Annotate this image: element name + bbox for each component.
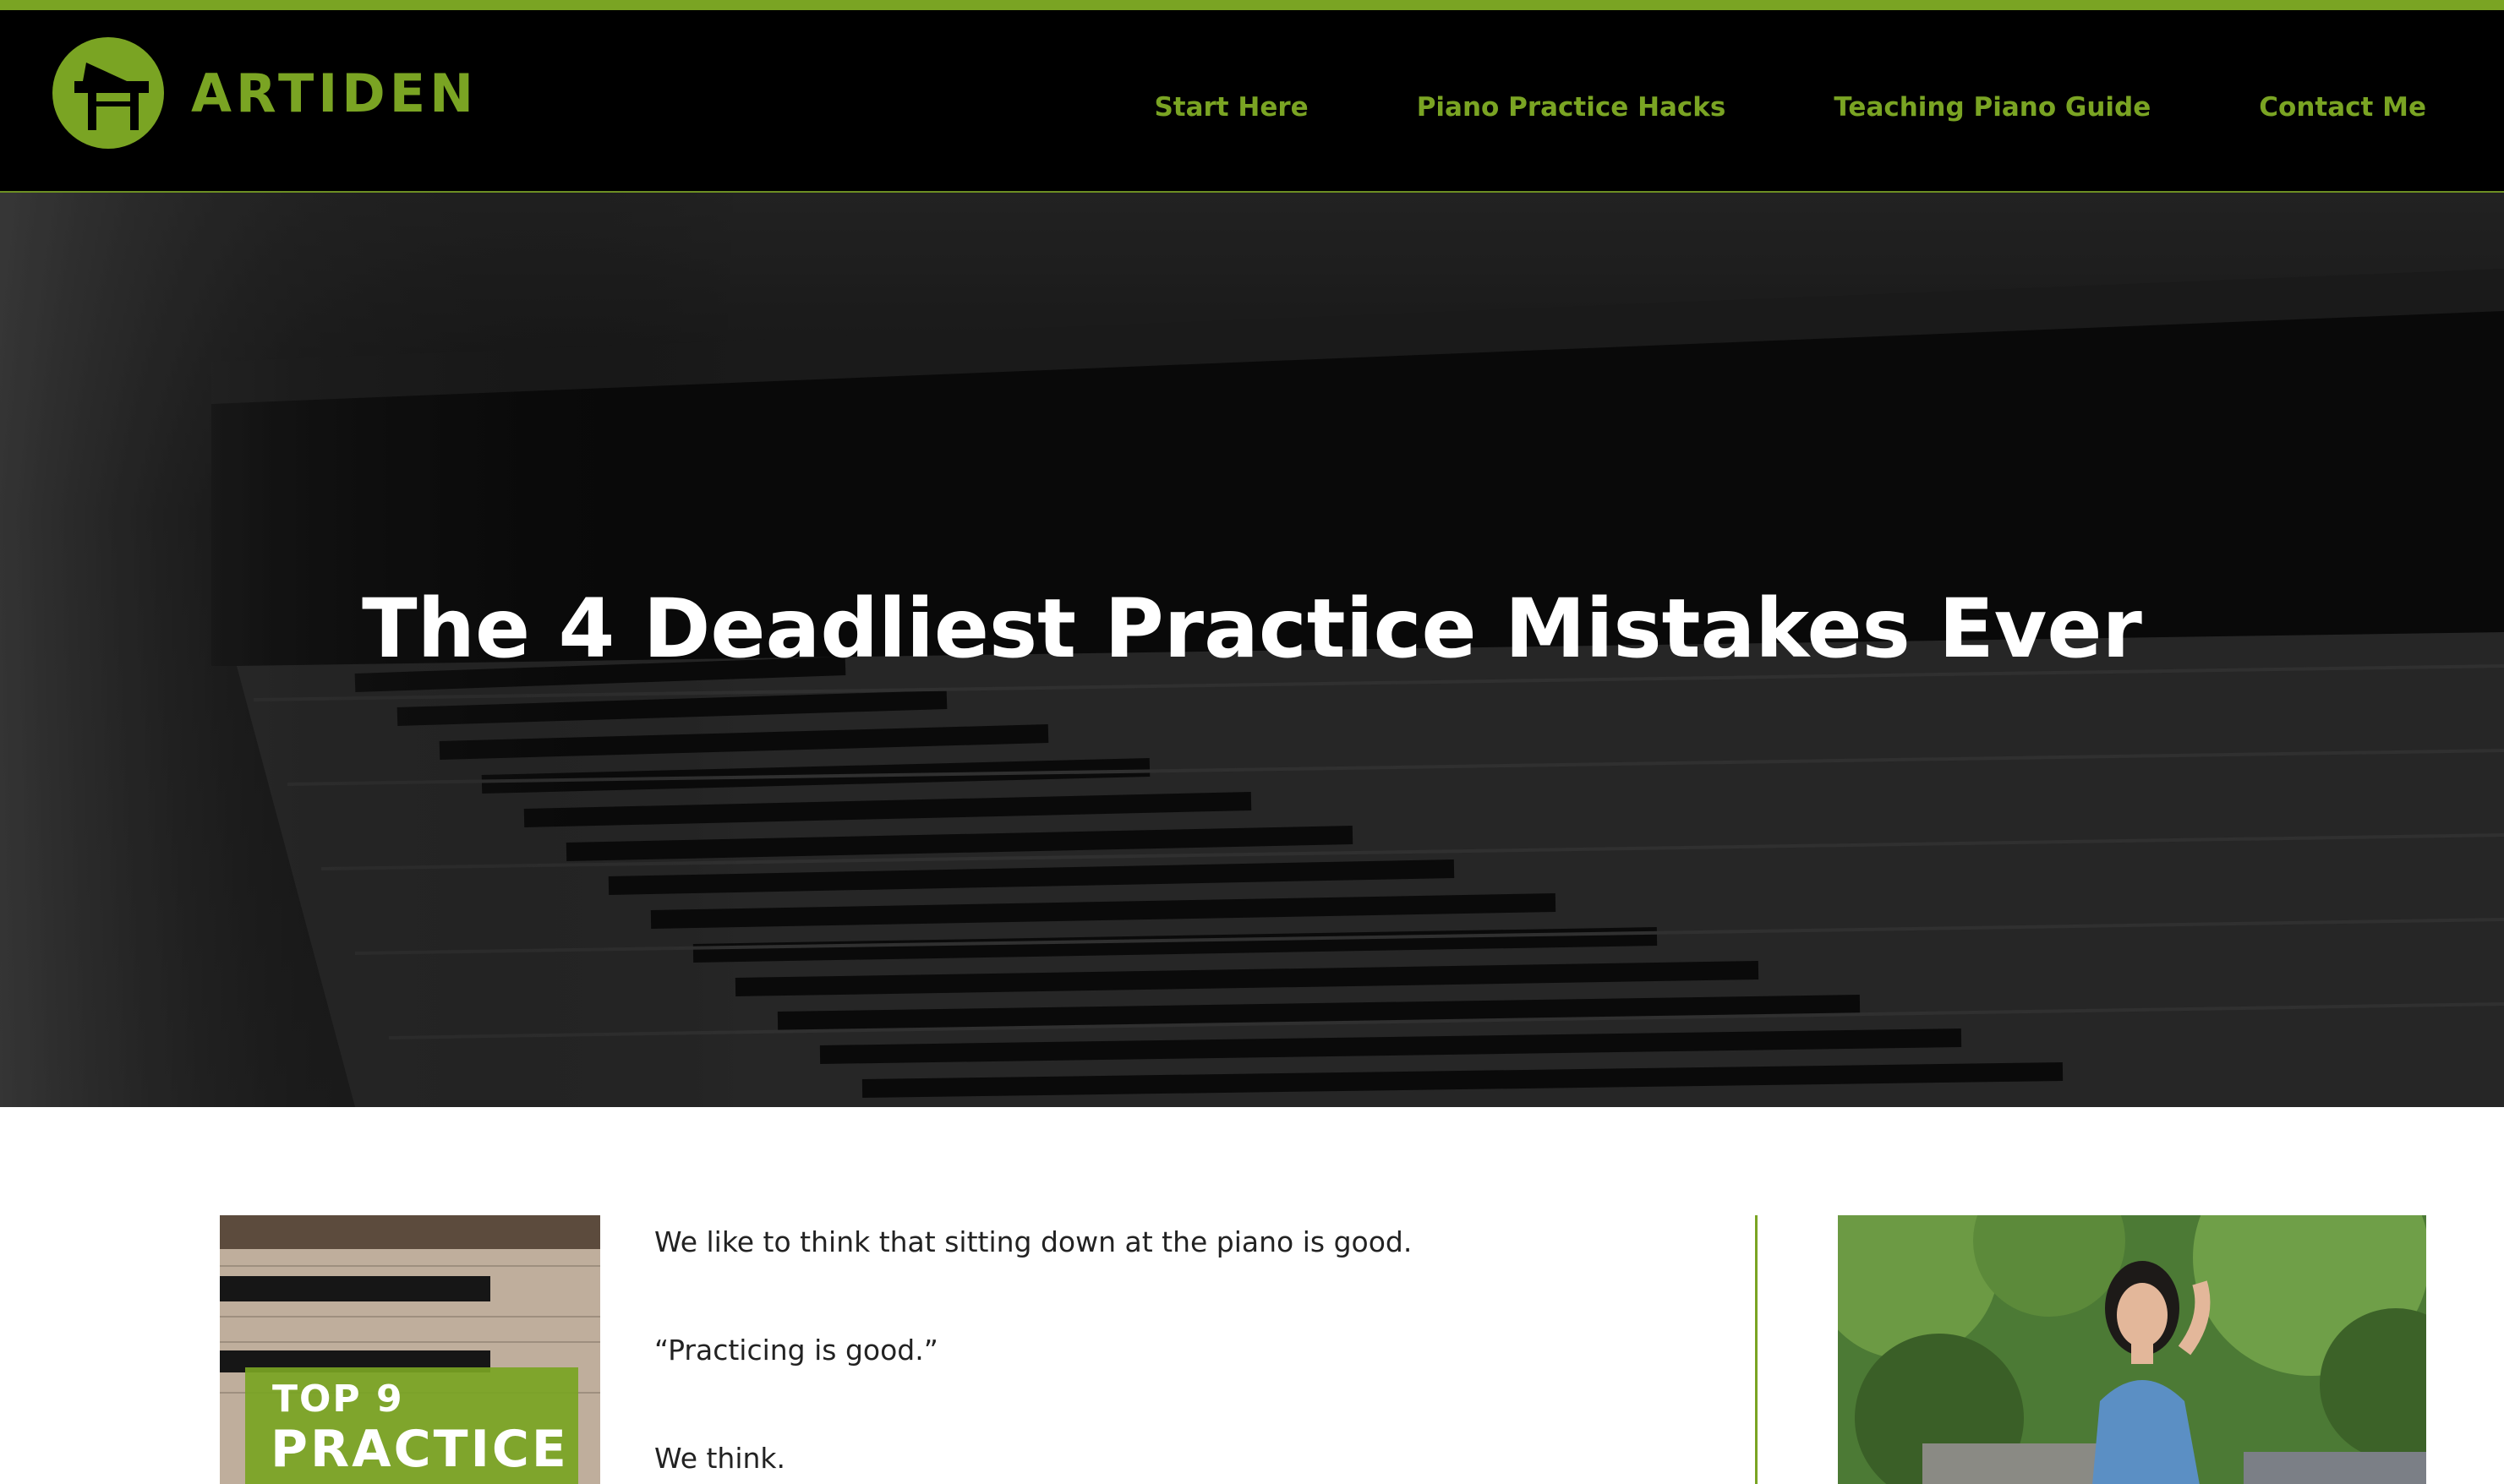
main-content: TOP 9 PRACTICE We like to think that sit…: [0, 1107, 2504, 1484]
main-nav: Start Here Piano Practice Hacks Teaching…: [1154, 92, 2426, 123]
article-paragraph: We like to think that sitting down at th…: [654, 1225, 1413, 1258]
sidebar-divider: [1755, 1215, 1758, 1484]
nav-teaching-piano-guide[interactable]: Teaching Piano Guide: [1834, 92, 2151, 123]
site-name: ARTIDEN: [191, 62, 478, 124]
author-photo: [1838, 1215, 2426, 1484]
nav-contact-me[interactable]: Contact Me: [2259, 92, 2426, 123]
ebook-title-badge: TOP 9 PRACTICE: [245, 1367, 578, 1484]
article-paragraph: We think.: [654, 1442, 786, 1475]
ebook-top-line: TOP 9: [272, 1378, 404, 1421]
nav-start-here[interactable]: Start Here: [1154, 92, 1308, 123]
top-accent-stripe: [0, 0, 2504, 10]
site-header: ARTIDEN Start Here Piano Practice Hacks …: [0, 10, 2504, 193]
grand-piano-icon: [52, 37, 164, 149]
author-portrait: [1838, 1215, 2426, 1484]
article-body: We like to think that sitting down at th…: [654, 1224, 1703, 1484]
ebook-promo-card[interactable]: TOP 9 PRACTICE: [220, 1215, 600, 1484]
hero-banner: The 4 Deadliest Practice Mistakes Ever: [0, 193, 2504, 1107]
page-title: The 4 Deadliest Practice Mistakes Ever: [362, 581, 2142, 676]
ebook-main-line: PRACTICE: [271, 1420, 569, 1479]
article-paragraph: “Practicing is good.”: [654, 1334, 938, 1367]
site-logo[interactable]: ARTIDEN: [52, 37, 478, 149]
nav-piano-practice-hacks[interactable]: Piano Practice Hacks: [1417, 92, 1726, 123]
